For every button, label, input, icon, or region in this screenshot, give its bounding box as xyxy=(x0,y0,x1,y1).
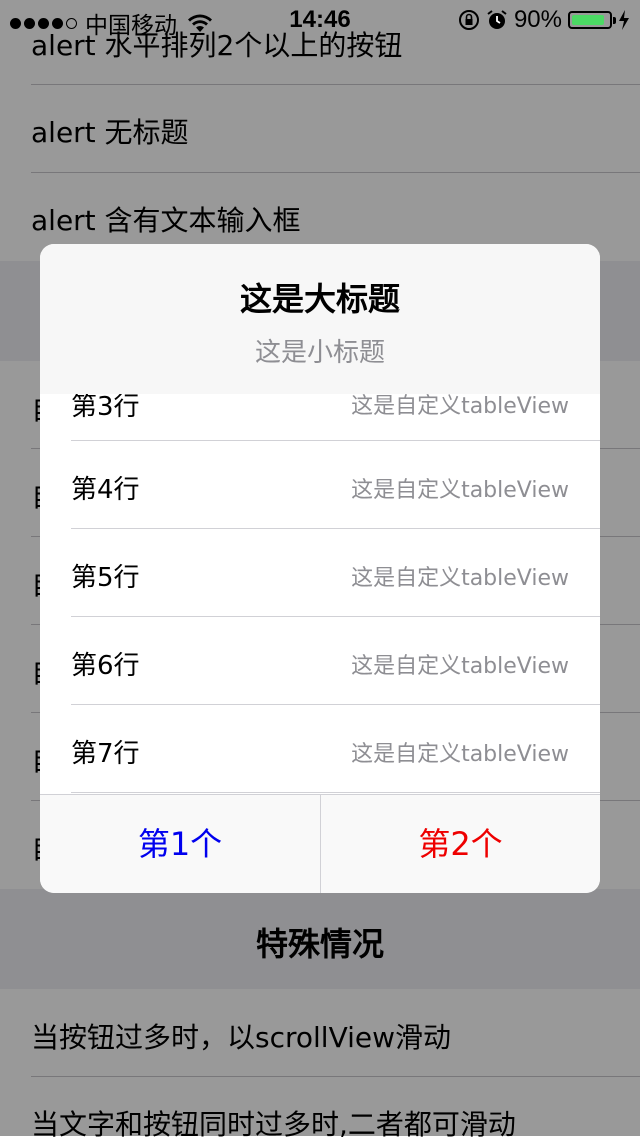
first-button[interactable]: 第1个 xyxy=(40,795,320,893)
alert-button-bar: 第1个 第2个 xyxy=(40,794,600,893)
table-row[interactable]: 第4行 这是自定义tableView xyxy=(40,441,600,529)
charging-bolt-icon xyxy=(619,10,629,30)
alert-table[interactable]: 第3行 这是自定义tableView 第4行 这是自定义tableView 第5… xyxy=(40,394,600,794)
second-button[interactable]: 第2个 xyxy=(320,795,600,893)
row-detail: 这是自定义tableView xyxy=(351,742,569,767)
alarm-icon xyxy=(487,10,507,29)
alert-header: 这是大标题 这是小标题 xyxy=(40,244,600,394)
row-title: 第4行 xyxy=(71,475,140,505)
status-bar: 中国移动 14:46 90% xyxy=(0,0,640,40)
row-detail: 这是自定义tableView xyxy=(351,478,569,503)
table-row[interactable]: 第6行 这是自定义tableView xyxy=(40,617,600,705)
orientation-lock-icon xyxy=(458,10,479,30)
alert-subtitle: 这是小标题 xyxy=(254,338,385,368)
row-detail: 这是自定义tableView xyxy=(351,566,569,591)
divider xyxy=(71,792,600,793)
battery-icon xyxy=(568,11,616,29)
row-title: 第6行 xyxy=(71,651,140,681)
row-title: 第7行 xyxy=(71,739,140,769)
row-title: 第3行 xyxy=(71,394,140,422)
alert-dialog: 这是大标题 这是小标题 第3行 这是自定义tableView 第4行 这是自定义… xyxy=(40,244,600,893)
table-row[interactable]: 第7行 这是自定义tableView xyxy=(40,705,600,793)
row-detail: 这是自定义tableView xyxy=(351,654,569,679)
row-detail: 这是自定义tableView xyxy=(351,394,569,419)
alert-title: 这是大标题 xyxy=(239,280,400,318)
status-right: 90% xyxy=(458,6,630,34)
battery-percent: 90% xyxy=(513,6,562,33)
row-title: 第5行 xyxy=(71,563,140,593)
table-row[interactable]: 第5行 这是自定义tableView xyxy=(40,529,600,617)
